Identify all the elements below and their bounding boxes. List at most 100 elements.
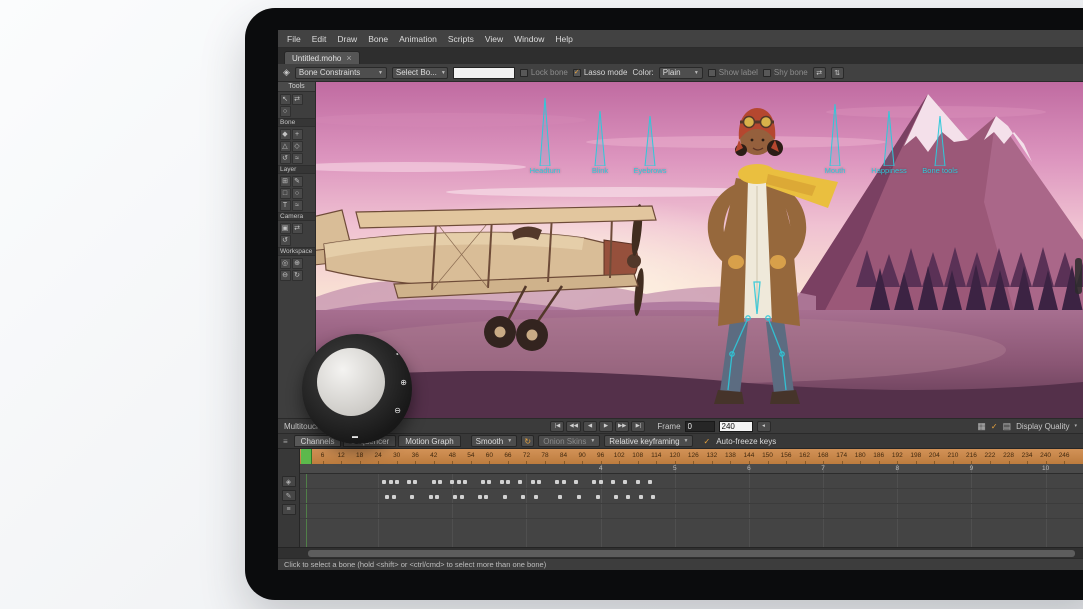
transform-layer-icon[interactable]: ⊞ (279, 175, 291, 187)
canvas-vertical-scrollbar[interactable] (1075, 258, 1082, 294)
bone-color-dropdown[interactable]: Plain ▼ (658, 66, 703, 79)
auto-freeze-checkbox-icon[interactable]: ✓ (703, 437, 710, 446)
keyframe-dot[interactable] (518, 480, 523, 484)
transport-play[interactable]: ▶ (598, 420, 613, 432)
keyframe-dot[interactable] (651, 495, 656, 499)
bone-name-input[interactable] (452, 66, 515, 79)
layer-channel-icon[interactable]: ≡ (281, 504, 296, 515)
end-frame-input[interactable] (718, 420, 753, 432)
timeline-ruler[interactable]: 6 12 18 24 30 36 42 48 54 60 66 72 78 84 90 96 102 108 114… (300, 449, 1083, 464)
bone-strength-icon[interactable]: ≈ (291, 152, 303, 164)
keyframe-dot[interactable] (385, 495, 390, 499)
select-bone-dropdown[interactable]: Select Bo... ▼ (391, 66, 448, 79)
slider-icon[interactable]: ▬ (352, 434, 358, 440)
keyframe-dot[interactable] (561, 480, 566, 484)
rectangle-tool-icon[interactable]: □ (279, 187, 291, 199)
keyframe-dot[interactable] (558, 495, 563, 499)
bind-layer-icon[interactable]: ◇ (291, 140, 303, 152)
keyframe-dot[interactable] (499, 480, 504, 484)
keyframe-dot[interactable] (394, 480, 399, 484)
document-tab[interactable]: Untitled.moho × (284, 51, 360, 64)
transport-step-forward[interactable]: ▶▶ (614, 420, 630, 432)
menu-item-edit[interactable]: Edit (307, 32, 332, 46)
bone-spike-icon[interactable] (883, 111, 895, 166)
current-frame-input[interactable] (684, 420, 715, 432)
select-tool-icon[interactable]: ↖ (279, 93, 291, 105)
keyframe-dot[interactable] (456, 480, 461, 484)
menu-item-bone[interactable]: Bone (363, 32, 393, 46)
keyframe-dot[interactable] (614, 495, 619, 499)
add-bone-icon[interactable]: ◆ (279, 128, 291, 140)
lasso-mode-checkbox[interactable]: ✓ Lasso mode (572, 68, 627, 77)
bone-channel-icon[interactable]: ◈ (281, 476, 296, 487)
zoom-in-icon[interactable]: ⊕ (400, 379, 407, 387)
show-label-checkbox[interactable]: Show label (707, 68, 758, 77)
keyframe-dot[interactable] (595, 495, 600, 499)
keyframe-dot[interactable] (437, 480, 442, 484)
menu-item-file[interactable]: File (282, 32, 306, 46)
keyframe-dot[interactable] (382, 480, 387, 484)
grid-icon[interactable]: ▦ (977, 421, 986, 431)
pan-camera-icon[interactable]: ⇄ (291, 222, 303, 234)
timeline-tab-motion-graph[interactable]: Motion Graph (398, 435, 461, 447)
transform-bone-icon[interactable]: + (291, 128, 303, 140)
keyframe-dot[interactable] (391, 495, 396, 499)
menu-item-view[interactable]: View (480, 32, 508, 46)
timeline-horizontal-scrollbar[interactable] (278, 547, 1083, 558)
track-camera-icon[interactable]: ▣ (279, 222, 291, 234)
keyframe-dot[interactable] (530, 480, 535, 484)
surface-dial-knob[interactable] (317, 348, 385, 416)
roll-camera-icon[interactable]: ↺ (279, 234, 291, 246)
keyframe-dot[interactable] (573, 480, 578, 484)
layers-icon[interactable]: ▤ (1003, 421, 1012, 431)
timeline-tracks[interactable] (300, 474, 1083, 547)
keyframe-dot[interactable] (428, 495, 433, 499)
oval-tool-icon[interactable]: ○ (291, 187, 303, 199)
quality-checkbox-icon[interactable]: ✓ (991, 422, 998, 431)
keyframe-dot[interactable] (521, 495, 526, 499)
keyframe-dot[interactable] (505, 480, 510, 484)
cycle-button[interactable]: ↻ (521, 435, 535, 447)
menu-item-help[interactable]: Help (550, 32, 577, 46)
zoom-out-workspace-icon[interactable]: ⊖ (279, 269, 291, 281)
reparent-bone-icon[interactable]: ↺ (279, 152, 291, 164)
flip-vertical-button[interactable]: ⇅ (830, 66, 844, 79)
surface-dial[interactable]: ◔ ⊕ ⊖ ▬ (302, 334, 412, 444)
curve-tool-icon[interactable]: ≈ (291, 199, 303, 211)
keyframe-dot[interactable] (462, 480, 467, 484)
bone-spike-icon[interactable] (644, 116, 656, 166)
bone-spike-icon[interactable] (594, 111, 606, 166)
shy-bone-checkbox[interactable]: Shy bone (762, 68, 808, 77)
bone-spike-icon[interactable] (829, 104, 841, 166)
flip-horizontal-button[interactable]: ⇄ (812, 66, 826, 79)
pan-workspace-icon[interactable]: ◎ (279, 257, 291, 269)
current-frame-marker[interactable] (301, 449, 312, 464)
keyframe-dot[interactable] (638, 495, 643, 499)
menu-item-window[interactable]: Window (509, 32, 549, 46)
keyframe-dot[interactable] (453, 495, 458, 499)
canvas-viewport[interactable]: Headturn Blink Eyebrows Mouth Happiness Bone … (316, 82, 1083, 418)
timeline-settings-icon[interactable]: ≡ (281, 437, 290, 446)
keyframe-dot[interactable] (598, 480, 603, 484)
keyframe-dot[interactable] (555, 480, 560, 484)
keyframe-dot[interactable] (592, 480, 597, 484)
keyframe-dot[interactable] (623, 480, 628, 484)
bind-points-icon[interactable]: △ (279, 140, 291, 152)
menu-item-animation[interactable]: Animation (394, 32, 442, 46)
tool-select-dropdown[interactable]: Bone Constraints ▼ (294, 66, 387, 79)
keyframe-dot[interactable] (388, 480, 393, 484)
bone-spike-icon[interactable] (934, 116, 946, 166)
switch-channel-icon[interactable]: ✎ (281, 490, 296, 501)
onion-skins-dropdown[interactable]: Onion Skins ▼ (538, 435, 601, 447)
magnify-tool-icon[interactable]: ○ (279, 105, 291, 117)
draw-shape-icon[interactable]: ✎ (291, 175, 303, 187)
clock-icon[interactable]: ◔ (394, 351, 399, 359)
loop-toggle-button[interactable]: ◂ (756, 420, 771, 432)
keyframe-dot[interactable] (635, 480, 640, 484)
keyframe-dot[interactable] (434, 495, 439, 499)
interpolation-dropdown[interactable]: Smooth ▼ (470, 435, 518, 447)
keyframe-dot[interactable] (487, 480, 492, 484)
text-tool-icon[interactable]: T (279, 199, 291, 211)
transport-go-to-end[interactable]: ▶| (631, 420, 646, 432)
rotate-workspace-icon[interactable]: ↻ (291, 269, 303, 281)
